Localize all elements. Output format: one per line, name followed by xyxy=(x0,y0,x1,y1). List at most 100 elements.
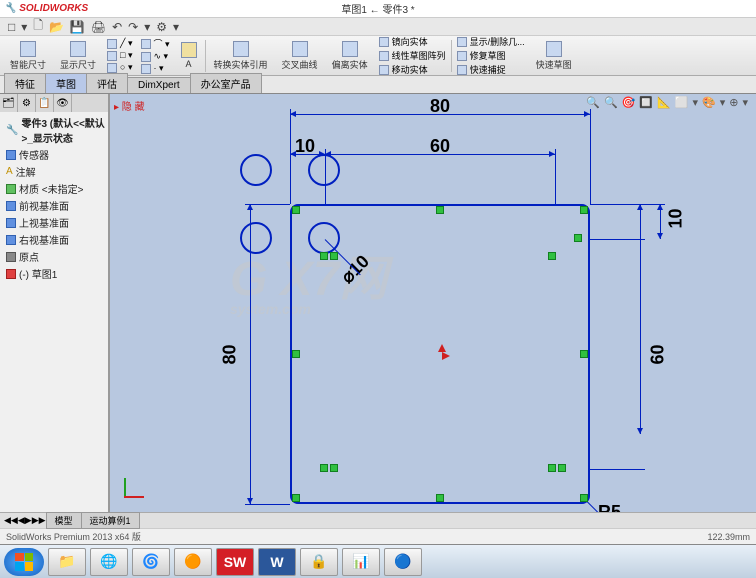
convert-entities-button[interactable]: 转换实体引用 xyxy=(208,39,274,73)
taskbar-app-icon[interactable]: 🌀 xyxy=(132,548,170,576)
side-tab-config-icon[interactable]: ⚙ xyxy=(18,94,36,112)
corner-info[interactable]: ▸ 隐 藏 xyxy=(114,98,145,113)
nav-last-icon[interactable]: ▶▶ xyxy=(32,515,46,526)
dropdown-icon[interactable]: ▾ xyxy=(692,96,698,109)
tree-root[interactable]: 🔧 零件3 (默认<<默认>_显示状态 xyxy=(2,114,106,146)
arc-tool[interactable]: ⌒ ▾ xyxy=(141,37,170,50)
qat-settings-icon[interactable]: ⚙ xyxy=(156,20,167,34)
qat-save-icon[interactable]: 💾 xyxy=(70,20,85,34)
appearance-icon[interactable]: 🎨 xyxy=(702,96,716,109)
side-tab-prop-icon[interactable]: 📋 xyxy=(36,94,54,112)
side-tab-display-icon[interactable]: 👁 xyxy=(54,94,72,112)
zoom-in-icon[interactable]: 🔍 xyxy=(586,96,600,109)
sketch-hole-br[interactable] xyxy=(240,154,272,186)
constraint-icon[interactable] xyxy=(580,206,588,214)
start-button[interactable] xyxy=(4,548,44,576)
tab-sketch[interactable]: 草图 xyxy=(45,73,87,93)
constraint-icon[interactable] xyxy=(330,252,338,260)
dim-height-inner[interactable]: 60 xyxy=(648,344,669,364)
display-dim-button[interactable]: 显示尺寸 xyxy=(54,39,102,73)
tab-motion-study[interactable]: 运动算例1 xyxy=(81,512,140,529)
tab-dimxpert[interactable]: DimXpert xyxy=(127,77,191,93)
qat-doc-icon[interactable]: 🗋 xyxy=(33,16,43,37)
tree-material[interactable]: 材质 <未指定> xyxy=(2,180,106,197)
taskbar-solidworks-icon[interactable]: SW xyxy=(216,548,254,576)
tree-origin[interactable]: 原点 xyxy=(2,248,106,265)
side-tab-tree-icon[interactable]: 🗂 xyxy=(0,94,18,112)
tree-top-plane[interactable]: 上视基准面 xyxy=(2,214,106,231)
qat-undo-icon[interactable]: ↶ xyxy=(112,20,122,34)
qat-redo-icon[interactable]: ↷ xyxy=(128,20,138,34)
tree-annotations[interactable]: A 注解 xyxy=(2,163,106,180)
quick-sketch-button[interactable]: 快速草图 xyxy=(530,39,578,73)
offset-entities-button[interactable]: 偏离实体 xyxy=(326,39,374,73)
drawing-viewport[interactable]: 🔍 🔍 🎯 🔲 📐 ⬜ ▾ 🎨 ▾ ⊕ ▾ ▸ 隐 藏 G X7网system.… xyxy=(110,94,756,512)
dim-width-outer[interactable]: 80 xyxy=(430,96,450,117)
taskbar-browser-icon[interactable]: 🌐 xyxy=(90,548,128,576)
display-style-icon[interactable]: ⬜ xyxy=(675,96,689,109)
constraint-icon[interactable] xyxy=(292,494,300,502)
constraint-icon[interactable] xyxy=(330,464,338,472)
nav-next-icon[interactable]: ▶ xyxy=(25,515,32,526)
view-orient-icon[interactable]: 📐 xyxy=(657,96,671,109)
zoom-fit-icon[interactable]: 🎯 xyxy=(622,96,636,109)
repair-sketch[interactable]: 修复草图 xyxy=(457,49,525,62)
constraint-icon[interactable] xyxy=(580,350,588,358)
move-entities[interactable]: 移动实体 xyxy=(379,63,446,76)
dim-gap-left[interactable]: 10 xyxy=(295,136,315,157)
spline-tool[interactable]: ∿ ▾ xyxy=(141,51,170,62)
qat-new-icon[interactable]: □ xyxy=(8,20,15,34)
zoom-out-icon[interactable]: 🔍 xyxy=(604,96,618,109)
dim-fillet[interactable]: R5 xyxy=(598,502,621,512)
constraint-icon[interactable] xyxy=(548,464,556,472)
taskbar-app-icon[interactable]: 🔒 xyxy=(300,548,338,576)
tree-front-plane[interactable]: 前视基准面 xyxy=(2,197,106,214)
point-tool[interactable]: · ▾ xyxy=(141,63,170,74)
tab-office[interactable]: 办公室产品 xyxy=(190,73,262,93)
view-cube-icon[interactable]: 🔲 xyxy=(639,96,653,109)
quick-snap[interactable]: 快速捕捉 xyxy=(457,63,525,76)
qat-dropdown-icon[interactable]: ▾ xyxy=(144,20,150,34)
tab-evaluate[interactable]: 评估 xyxy=(86,73,128,93)
qat-dropdown-icon[interactable]: ▾ xyxy=(173,20,179,34)
dropdown-icon[interactable]: ▾ xyxy=(720,96,726,109)
mirror-entities[interactable]: 镜向实体 xyxy=(379,35,446,48)
nav-prev-icon[interactable]: ◀ xyxy=(18,515,25,526)
constraint-icon[interactable] xyxy=(320,252,328,260)
tab-features[interactable]: 特征 xyxy=(4,73,46,93)
display-delete[interactable]: 显示/删除几... xyxy=(457,35,525,48)
tree-right-plane[interactable]: 右视基准面 xyxy=(2,231,106,248)
tree-sketch1[interactable]: (-) 草图1 xyxy=(2,265,106,282)
constraint-icon[interactable] xyxy=(292,206,300,214)
sketch-hole-bl[interactable] xyxy=(308,154,340,186)
taskbar-app-icon[interactable]: 📊 xyxy=(342,548,380,576)
intersect-curve-button[interactable]: 交叉曲线 xyxy=(276,39,324,73)
constraint-icon[interactable] xyxy=(580,494,588,502)
text-tool[interactable]: A xyxy=(175,40,203,71)
taskbar-app-icon[interactable]: 🟠 xyxy=(174,548,212,576)
constraint-icon[interactable] xyxy=(436,206,444,214)
sketch-hole-tl[interactable] xyxy=(308,222,340,254)
scene-icon[interactable]: ⊕ xyxy=(729,96,738,109)
tree-sensors[interactable]: 传感器 xyxy=(2,146,106,163)
smart-dimension-button[interactable]: 智能尺寸 xyxy=(4,39,52,73)
taskbar-app-icon[interactable]: 🔵 xyxy=(384,548,422,576)
qat-print-icon[interactable]: 🖨 xyxy=(91,20,106,34)
tab-model[interactable]: 模型 xyxy=(46,512,82,529)
dim-width-inner[interactable]: 60 xyxy=(430,136,450,157)
constraint-icon[interactable] xyxy=(436,494,444,502)
dim-gap-right[interactable]: 10 xyxy=(666,208,687,228)
dim-height-outer[interactable]: 80 xyxy=(220,344,241,364)
line-tool[interactable]: ╱ ▾ xyxy=(107,38,132,49)
taskbar-explorer-icon[interactable]: 📁 xyxy=(48,548,86,576)
qat-open-icon[interactable]: 📂 xyxy=(49,20,64,34)
constraint-icon[interactable] xyxy=(574,234,582,242)
sketch-hole-tr[interactable] xyxy=(240,222,272,254)
taskbar-word-icon[interactable]: W xyxy=(258,548,296,576)
constraint-icon[interactable] xyxy=(548,252,556,260)
circle-tool[interactable]: ○ ▾ xyxy=(107,62,132,73)
nav-first-icon[interactable]: ◀◀ xyxy=(4,515,18,526)
constraint-icon[interactable] xyxy=(320,464,328,472)
rect-tool[interactable]: □ ▾ xyxy=(107,50,132,61)
dropdown-icon[interactable]: ▾ xyxy=(742,96,748,109)
